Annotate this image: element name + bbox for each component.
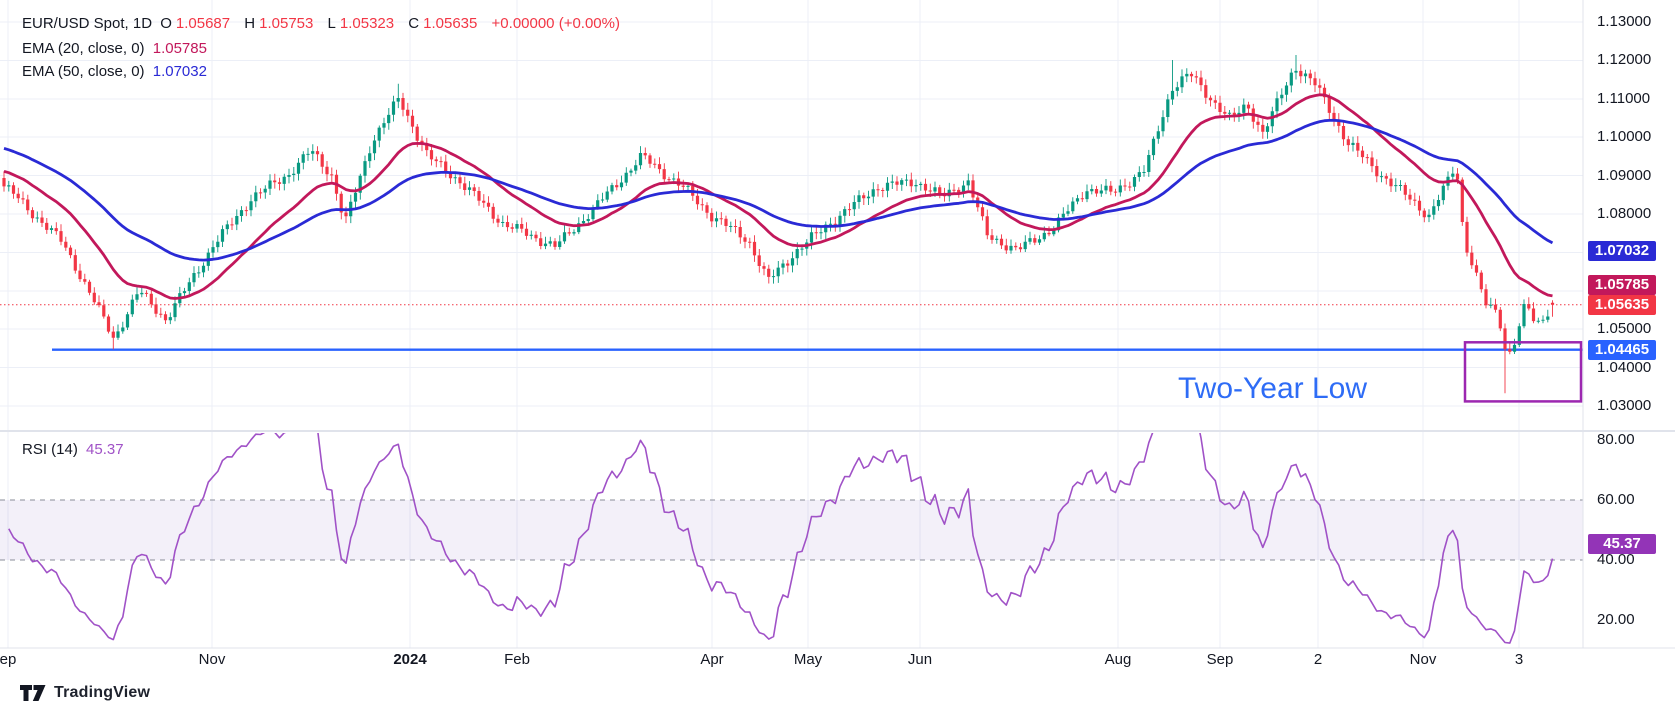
support-badge: 1.04465	[1588, 340, 1656, 360]
ohlc-high-label: H	[244, 15, 255, 32]
ema20-badge: 1.05785	[1588, 275, 1656, 295]
tradingview-logo-icon	[20, 684, 46, 702]
last-price-badge: 1.05635	[1588, 295, 1656, 315]
ema20-value: 1.05785	[153, 40, 207, 57]
brand-text: TradingView	[54, 684, 150, 702]
time-axis-gutter[interactable]	[0, 648, 1675, 675]
ema50-legend[interactable]: EMA (50, close, 0) 1.07032	[22, 63, 211, 80]
ema50-value: 1.07032	[153, 63, 207, 80]
chart-canvas[interactable]	[0, 0, 1675, 718]
ema20-label: EMA (20, close, 0)	[22, 40, 145, 57]
ohlc-open-value: 1.05687	[176, 15, 230, 32]
symbol-title: EUR/USD Spot, 1D	[22, 15, 152, 32]
rsi-band	[0, 500, 1583, 560]
ohlc-low-label: L	[328, 15, 336, 32]
ema20-legend[interactable]: EMA (20, close, 0) 1.05785	[22, 40, 211, 57]
ohlc-low-value: 1.05323	[340, 15, 394, 32]
rsi-badge: 45.37	[1588, 534, 1656, 554]
two-year-low-annotation[interactable]: Two-Year Low	[1178, 372, 1367, 406]
change-value: +0.00000 (+0.00%)	[492, 15, 620, 32]
rsi-legend[interactable]: RSI (14) 45.37	[22, 441, 128, 458]
ema50-badge: 1.07032	[1588, 241, 1656, 261]
tradingview-watermark[interactable]: TradingView	[20, 684, 150, 702]
rsi-value: 45.37	[86, 441, 124, 458]
ohlc-close-label: C	[408, 15, 419, 32]
tradingview-chart-window: EUR/USD Spot, 1D O1.05687 H1.05753 L1.05…	[0, 0, 1675, 718]
candles[interactable]	[2, 55, 1554, 393]
ema50-label: EMA (50, close, 0)	[22, 63, 145, 80]
symbol-legend[interactable]: EUR/USD Spot, 1D O1.05687 H1.05753 L1.05…	[22, 15, 624, 32]
ohlc-close-value: 1.05635	[423, 15, 477, 32]
two-year-low-box[interactable]	[1465, 342, 1581, 401]
ohlc-high-value: 1.05753	[259, 15, 313, 32]
ohlc-open-label: O	[160, 15, 172, 32]
rsi-label: RSI (14)	[22, 441, 78, 458]
